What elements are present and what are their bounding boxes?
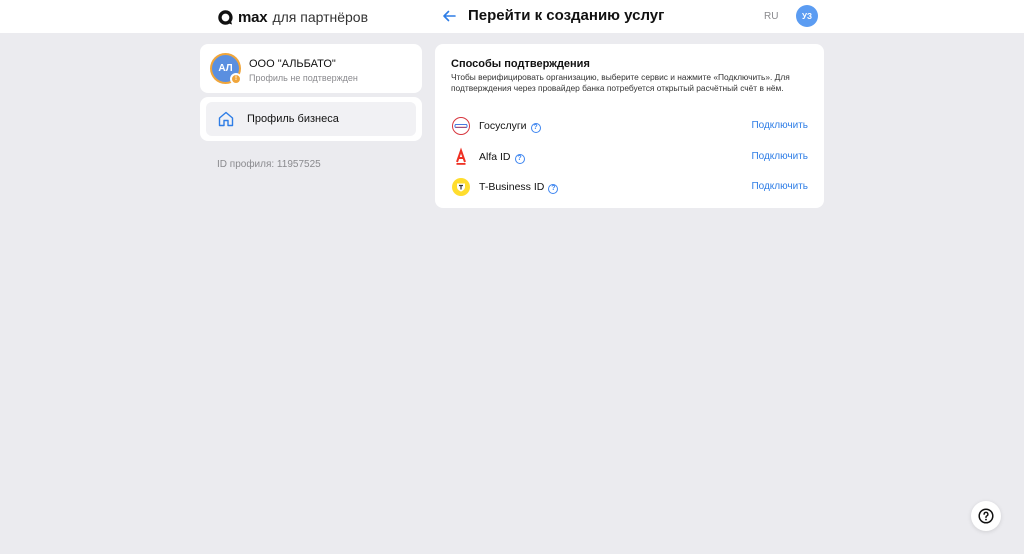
alfa-icon: [451, 147, 471, 167]
sidebar-nav: Профиль бизнеса: [200, 97, 422, 141]
tbank-icon: [451, 177, 471, 197]
provider-name: Alfa ID?: [479, 151, 525, 164]
question-icon[interactable]: ?: [514, 153, 525, 164]
provider-row-tbusiness: T-Business ID? Подключить: [435, 176, 824, 198]
page-title: Перейти к созданию услуг: [468, 7, 665, 24]
logo[interactable]: max для партнёров: [217, 7, 368, 27]
confirmation-title: Способы подтверждения: [451, 58, 590, 70]
org-status: Профиль не подтвержден: [249, 73, 358, 83]
provider-row-gosuslugi: Госуслуги? Подключить: [435, 115, 824, 137]
confirmation-methods-card: Способы подтверждения Чтобы верифицирова…: [435, 44, 824, 208]
warning-badge-icon: !: [230, 73, 242, 85]
question-icon[interactable]: ?: [548, 183, 559, 194]
gosuslugi-icon: [451, 116, 471, 136]
connect-button[interactable]: Подключить: [751, 181, 808, 192]
user-avatar[interactable]: УЗ: [796, 5, 818, 27]
help-button[interactable]: [971, 501, 1001, 531]
logo-brand: max: [238, 8, 268, 26]
provider-name: Госуслуги?: [479, 120, 541, 133]
help-icon: [978, 508, 994, 524]
max-logo-icon: [218, 9, 233, 25]
question-icon[interactable]: ?: [530, 122, 541, 133]
logo-suffix: для партнёров: [272, 9, 369, 25]
language-switch[interactable]: RU: [764, 11, 778, 22]
profile-id: ID профиля: 11957525: [217, 159, 321, 170]
provider-row-alfa: Alfa ID? Подключить: [435, 146, 824, 168]
top-bar: max для партнёров Перейти к созданию усл…: [0, 0, 1024, 33]
sidebar-item-label: Профиль бизнеса: [247, 113, 339, 125]
confirmation-description: Чтобы верифицировать организацию, выбери…: [451, 72, 790, 93]
back-arrow-icon[interactable]: [441, 8, 457, 24]
organization-card[interactable]: АЛ ! ООО "АЛЬБАТО" Профиль не подтвержде…: [200, 44, 422, 93]
provider-name: T-Business ID?: [479, 181, 559, 194]
sidebar-item-business-profile[interactable]: Профиль бизнеса: [206, 102, 416, 136]
connect-button[interactable]: Подключить: [751, 151, 808, 162]
connect-button[interactable]: Подключить: [751, 120, 808, 131]
org-name: ООО "АЛЬБАТО": [249, 58, 336, 70]
home-icon: [218, 111, 234, 127]
